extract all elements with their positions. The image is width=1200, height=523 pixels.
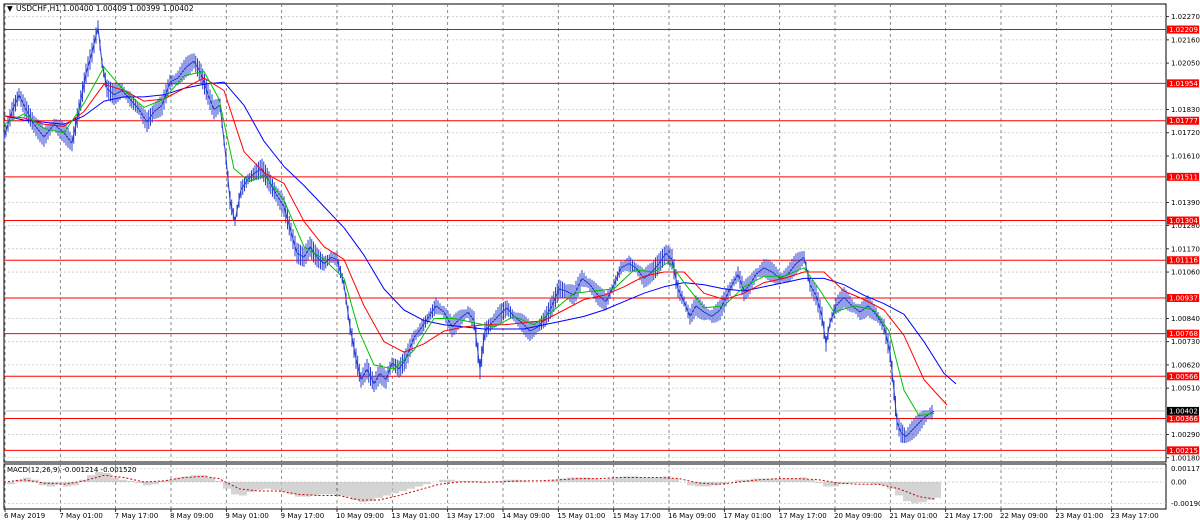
level-label: 1.00768 bbox=[1169, 330, 1198, 338]
x-tick-label: 13 May 01:00 bbox=[391, 512, 439, 520]
y-tick-label: 1.02270 bbox=[1171, 13, 1200, 21]
x-tick-label: 6 May 2019 bbox=[4, 512, 45, 520]
x-tick-label: 21 May 17:00 bbox=[945, 512, 993, 520]
x-tick-label: 15 May 17:00 bbox=[613, 512, 661, 520]
x-tick-label: 9 May 17:00 bbox=[281, 512, 325, 520]
price-axis: 1.02270 1.02160 1.02050 1.01830 1.01720 1.016… bbox=[1166, 13, 1200, 462]
x-tick-label: 7 May 17:00 bbox=[115, 512, 159, 520]
macd-axis: 0.001179 0.00 -0.001902 bbox=[1171, 465, 1200, 508]
level-label: 1.02209 bbox=[1169, 26, 1198, 34]
x-tick-label: 23 May 01:00 bbox=[1055, 512, 1103, 520]
y-tick-label: 1.02050 bbox=[1171, 60, 1200, 68]
y-tick-label: 1.00730 bbox=[1171, 338, 1200, 346]
y-tick-label: 1.01170 bbox=[1171, 245, 1200, 253]
level-label: 1.01116 bbox=[1169, 257, 1198, 265]
symbol-info: USDCHF,H1 1.00400 1.00409 1.00399 1.0040… bbox=[16, 4, 194, 13]
level-label: 1.01777 bbox=[1169, 117, 1198, 125]
y-tick-label: 1.00840 bbox=[1171, 315, 1200, 323]
x-tick-label: 20 May 09:00 bbox=[834, 512, 882, 520]
level-label: 1.00215 bbox=[1169, 447, 1198, 455]
chart-canvas: 1.02270 1.02160 1.02050 1.01830 1.01720 1.016… bbox=[3, 3, 1200, 520]
macd-tick-label: -0.001902 bbox=[1171, 500, 1200, 508]
y-tick-label: 1.00510 bbox=[1171, 385, 1200, 393]
macd-plot-frame bbox=[3, 463, 1167, 510]
macd-label: MACD(12,26,9) -0.001214 -0.001520 bbox=[7, 466, 136, 474]
current-price-label: 1.00402 bbox=[1169, 407, 1198, 415]
y-tick-label: 1.00180 bbox=[1171, 454, 1200, 462]
y-tick-label: 1.01830 bbox=[1171, 106, 1200, 114]
time-axis: 6 May 2019 7 May 01:00 7 May 17:00 8 May 09… bbox=[4, 509, 1159, 520]
x-tick-label: 8 May 09:00 bbox=[170, 512, 214, 520]
x-tick-label: 14 May 09:00 bbox=[502, 512, 550, 520]
x-tick-label: 22 May 09:00 bbox=[1000, 512, 1048, 520]
x-tick-label: 21 May 01:00 bbox=[889, 512, 937, 520]
level-label: 1.00366 bbox=[1169, 415, 1198, 423]
y-tick-label: 1.01610 bbox=[1171, 152, 1200, 160]
macd-tick-label: 0.001179 bbox=[1171, 465, 1200, 473]
level-label: 1.00566 bbox=[1169, 373, 1198, 381]
x-tick-label: 9 May 01:00 bbox=[225, 512, 269, 520]
x-tick-label: 15 May 01:00 bbox=[557, 512, 605, 520]
macd-tick-label: 0.00 bbox=[1171, 479, 1187, 487]
x-tick-label: 16 May 09:00 bbox=[668, 512, 716, 520]
x-tick-label: 13 May 17:00 bbox=[447, 512, 495, 520]
y-tick-label: 1.01060 bbox=[1171, 269, 1200, 277]
x-tick-label: 17 May 01:00 bbox=[723, 512, 771, 520]
x-tick-label: 10 May 09:00 bbox=[336, 512, 384, 520]
y-tick-label: 1.01390 bbox=[1171, 199, 1200, 207]
level-label: 1.01304 bbox=[1169, 217, 1198, 225]
x-tick-label: 23 May 17:00 bbox=[1111, 512, 1159, 520]
y-tick-label: 1.02160 bbox=[1171, 36, 1200, 44]
level-label: 1.01511 bbox=[1169, 173, 1198, 181]
header-arrow-icon[interactable]: ▼ bbox=[7, 4, 13, 13]
level-label: 1.01954 bbox=[1169, 80, 1198, 88]
x-tick-label: 17 May 17:00 bbox=[779, 512, 827, 520]
level-label: 1.00937 bbox=[1169, 295, 1198, 303]
y-tick-label: 1.00620 bbox=[1171, 361, 1200, 369]
y-tick-label: 1.01720 bbox=[1171, 129, 1200, 137]
x-tick-label: 7 May 01:00 bbox=[59, 512, 103, 520]
y-tick-label: 1.00290 bbox=[1171, 431, 1200, 439]
